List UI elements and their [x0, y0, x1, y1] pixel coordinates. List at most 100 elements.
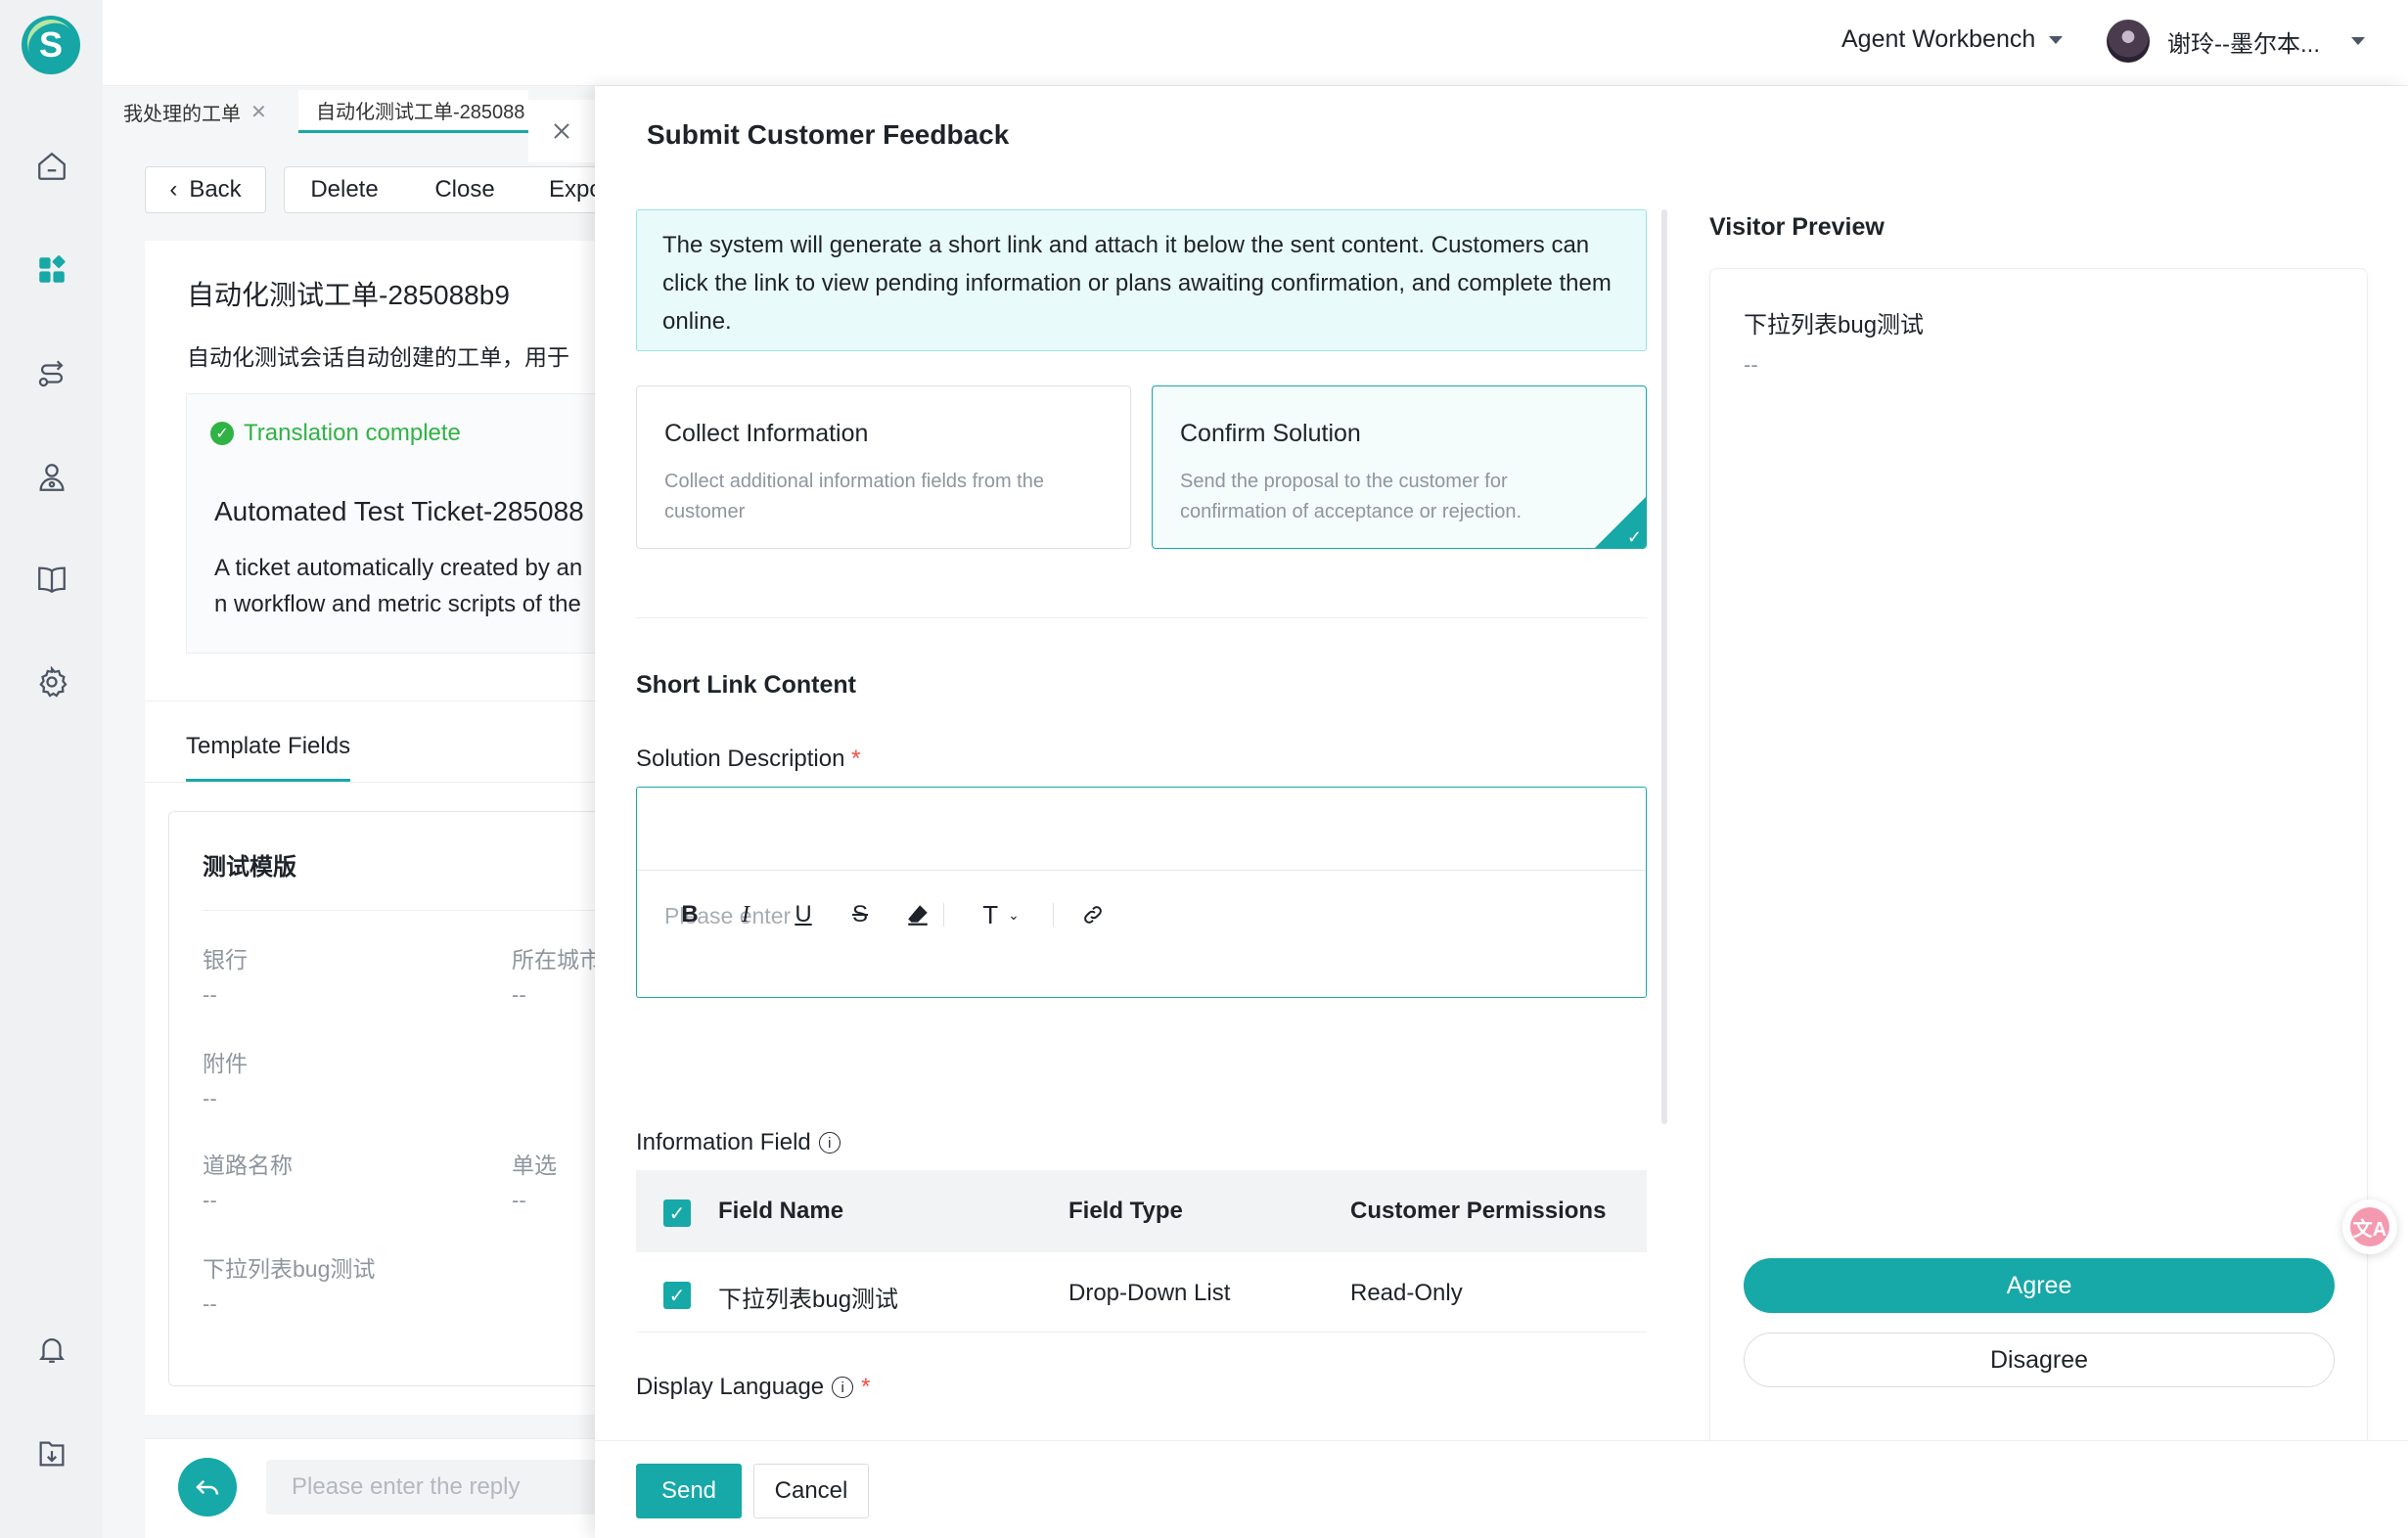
scrollbar[interactable]	[1661, 209, 1667, 1124]
field-label: 所在城市	[512, 947, 595, 973]
back-button[interactable]: ‹ Back	[145, 166, 266, 213]
download-icon[interactable]	[28, 1430, 75, 1477]
app-logo[interactable]: S	[19, 11, 83, 75]
field-label: 下拉列表bug测试	[203, 1256, 376, 1282]
option-collect-information[interactable]: Collect Information Collect additional i…	[636, 385, 1131, 549]
reply-button[interactable]	[178, 1458, 237, 1516]
submit-feedback-drawer: Submit Customer Feedback The system will…	[595, 86, 2408, 1538]
agree-button[interactable]: Agree	[1744, 1258, 2335, 1313]
divider	[1053, 903, 1054, 927]
display-language-label: Display Language i *	[636, 1374, 870, 1401]
dashboard-icon[interactable]	[28, 247, 75, 294]
italic-icon[interactable]: I	[729, 898, 762, 931]
close-ticket-tab-button[interactable]	[528, 100, 595, 162]
section-title: Short Link Content	[636, 671, 856, 699]
book-icon[interactable]	[28, 556, 75, 603]
row-checkbox[interactable]: ✓	[663, 1282, 691, 1309]
check-circle-icon: ✓	[210, 422, 234, 445]
info-banner-text: The system will generate a short link an…	[662, 232, 1612, 335]
translation-status: ✓ Translation complete	[210, 420, 461, 447]
logo-letter: S	[38, 24, 63, 65]
reply-placeholder: Please enter the reply	[292, 1473, 521, 1500]
users-icon[interactable]	[28, 454, 75, 501]
text-style-dropdown[interactable]: T ⌄	[972, 898, 1030, 931]
user-menu[interactable]: 谢玲--墨尔本...	[2107, 20, 2365, 63]
bell-icon[interactable]	[28, 1326, 75, 1373]
close-button[interactable]: Close	[404, 166, 526, 213]
close-icon[interactable]: ✕	[250, 100, 267, 124]
strikethrough-icon[interactable]: S	[843, 898, 877, 931]
column-header: Field Type	[1068, 1198, 1183, 1224]
eraser-icon[interactable]	[901, 898, 934, 931]
preview-field-name: 下拉列表bug测试	[1744, 312, 1925, 339]
option-desc: Collect additional information fields fr…	[664, 471, 1044, 522]
ticket-description: 自动化测试会话自动创建的工单，用于	[187, 344, 569, 370]
field-label: 单选	[512, 1153, 557, 1178]
link-icon[interactable]	[1076, 898, 1110, 931]
field-value: --	[203, 1188, 217, 1212]
translation-status-text: Translation complete	[244, 420, 461, 446]
field-value: --	[512, 1188, 526, 1212]
drawer-title: Submit Customer Feedback	[647, 119, 1010, 150]
home-icon[interactable]	[28, 143, 75, 190]
cell-field-type: Drop-Down List	[1068, 1280, 1231, 1306]
caret-down-icon	[2049, 35, 2064, 44]
send-label: Send	[660, 1477, 717, 1504]
option-title: Collect Information	[664, 420, 869, 447]
delete-button[interactable]: Delete	[284, 166, 405, 213]
workspace-switcher[interactable]: Agent Workbench	[1841, 25, 2064, 54]
ticket-detail-panel: 自动化测试工单-285088b9 自动化测试会话自动创建的工单，用于 ✓ Tra…	[145, 241, 595, 701]
translated-desc-line2: n workflow and metric scripts of the	[214, 591, 581, 617]
rich-text-editor[interactable]: Please enter	[636, 787, 1647, 998]
label-text: Information Field	[636, 1129, 811, 1155]
tab-my-tickets[interactable]: 我处理的工单 ✕	[123, 90, 267, 133]
cell-field-name: 下拉列表bug测试	[718, 1287, 899, 1313]
field-label: 道路名称	[203, 1153, 293, 1178]
info-banner: The system will generate a short link an…	[636, 209, 1647, 351]
user-name: 谢玲--墨尔本...	[2167, 30, 2320, 58]
reply-input[interactable]: Please enter the reply	[266, 1460, 595, 1515]
chevron-down-icon: ⌄	[1008, 906, 1020, 923]
field-value: --	[203, 1291, 217, 1316]
info-icon[interactable]: i	[818, 1132, 841, 1154]
routing-icon[interactable]	[28, 350, 75, 397]
ticket-title: 自动化测试工单-285088b9	[187, 280, 510, 310]
divider	[203, 910, 595, 911]
divider	[637, 870, 1646, 871]
cell-permission: Read-Only	[1350, 1280, 1463, 1306]
export-button[interactable]: Expo	[525, 166, 595, 213]
translate-float-button[interactable]: 文A	[2342, 1199, 2397, 1254]
tab-template-fields[interactable]: Template Fields	[186, 723, 351, 782]
column-header: Customer Permissions	[1350, 1198, 1607, 1224]
option-title: Confirm Solution	[1180, 420, 1361, 447]
information-field-label: Information Field i	[636, 1129, 841, 1156]
text-style-icon: T	[982, 899, 999, 929]
tab-current-ticket[interactable]: 自动化测试工单-285088	[298, 90, 528, 133]
close-icon	[554, 123, 569, 139]
option-confirm-solution[interactable]: Confirm Solution Send the proposal to th…	[1152, 385, 1647, 549]
close-label: Close	[434, 176, 495, 203]
field-value: --	[512, 982, 526, 1007]
label-text: Solution Description	[636, 746, 845, 772]
cancel-label: Cancel	[774, 1477, 848, 1504]
back-label: Back	[189, 176, 242, 203]
reply-icon	[196, 1479, 219, 1495]
tab-label: 我处理的工单	[123, 103, 241, 125]
disagree-button[interactable]: Disagree	[1744, 1333, 2335, 1387]
bold-icon[interactable]: B	[673, 898, 706, 931]
settings-icon[interactable]	[28, 658, 75, 705]
required-mark: *	[861, 1374, 871, 1400]
option-desc: Send the proposal to the customer for co…	[1180, 471, 1522, 522]
select-all-checkbox[interactable]: ✓	[663, 1199, 691, 1227]
tab-label: 自动化测试工单-285088	[316, 102, 525, 123]
check-icon: ✓	[1626, 527, 1642, 547]
send-button[interactable]: Send	[636, 1464, 742, 1518]
divider	[943, 903, 944, 927]
cancel-button[interactable]: Cancel	[753, 1464, 869, 1518]
translated-title: Automated Test Ticket-285088	[214, 496, 584, 526]
underline-icon[interactable]: U	[787, 898, 820, 931]
avatar	[2107, 20, 2150, 63]
top-bar: Agent Workbench 谢玲--墨尔本...	[103, 0, 2408, 86]
info-icon[interactable]: i	[832, 1377, 854, 1398]
translation-box: ✓ Translation complete Automated Test Ti…	[186, 393, 595, 654]
